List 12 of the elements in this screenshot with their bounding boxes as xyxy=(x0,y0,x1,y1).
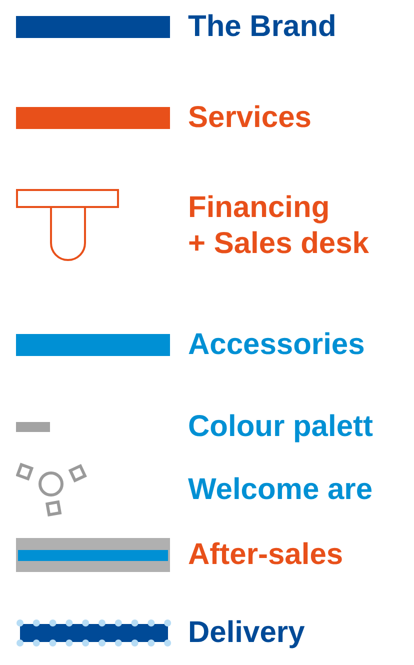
legend-label: The Brand xyxy=(188,9,336,45)
legend-label: Colour palett xyxy=(188,409,373,445)
legend-bar xyxy=(16,422,50,432)
legend-label: Financing + Sales desk xyxy=(188,190,369,262)
dotted-bar-icon xyxy=(16,619,172,647)
legend-label: Accessories xyxy=(188,327,365,363)
desk-icon xyxy=(16,189,120,263)
legend-label: After-sales xyxy=(188,537,344,573)
welcome-area-icon xyxy=(16,462,88,518)
legend-label: Welcome are xyxy=(188,472,373,508)
legend-label: Services xyxy=(188,100,312,136)
legend-label: Delivery xyxy=(188,615,305,651)
